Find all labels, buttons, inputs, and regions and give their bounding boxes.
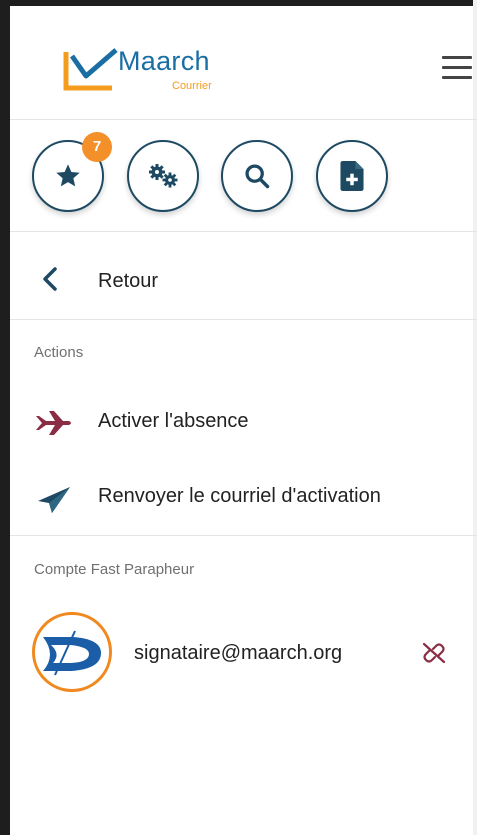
hamburger-line	[442, 56, 472, 59]
new-document-button[interactable]	[316, 140, 388, 212]
actions-section-title: Actions	[34, 344, 84, 361]
file-plus-icon	[340, 161, 364, 191]
search-icon	[245, 164, 270, 189]
chevron-left-icon	[43, 267, 57, 291]
star-icon	[56, 164, 80, 187]
logo-subtitle: Courrier	[172, 80, 212, 92]
account-email: signataire@maarch.org	[134, 642, 343, 664]
paper-plane-icon	[38, 487, 70, 513]
account-section-title: Compte Fast Parapheur	[34, 561, 195, 578]
hamburger-line	[442, 66, 472, 69]
activate-absence-label: Activer l'absence	[98, 410, 249, 432]
administration-button[interactable]	[127, 140, 199, 212]
favorites-count-badge: 7	[82, 132, 112, 162]
resend-activation-label: Renvoyer le courriel d'activation	[98, 485, 381, 507]
logo-name: Maarch	[118, 46, 210, 76]
back-label: Retour	[98, 270, 159, 292]
quick-actions-bar: 7	[10, 120, 477, 232]
fast-parapheur-avatar	[32, 612, 112, 692]
header: Maarch Courrier	[10, 6, 477, 120]
activate-absence-item[interactable]: Activer l'absence	[10, 394, 477, 450]
plane-icon	[36, 411, 71, 435]
app-frame: Maarch Courrier 7 Retour Actions Activer…	[0, 0, 477, 835]
hamburger-menu-button[interactable]	[442, 52, 477, 84]
fast-parapheur-logo-icon	[43, 630, 101, 676]
maarch-logo-icon	[63, 48, 118, 91]
cogs-icon	[149, 164, 178, 188]
resend-activation-email-item[interactable]: Renvoyer le courriel d'activation	[10, 469, 477, 525]
search-button[interactable]	[221, 140, 293, 212]
unlink-account-button[interactable]	[420, 641, 448, 665]
back-button[interactable]: Retour	[10, 232, 477, 320]
window-left-edge	[0, 0, 10, 835]
hamburger-line	[442, 76, 472, 79]
unlink-icon	[422, 642, 446, 664]
maarch-logo[interactable]: Maarch Courrier	[62, 44, 242, 100]
section-divider	[10, 535, 477, 536]
